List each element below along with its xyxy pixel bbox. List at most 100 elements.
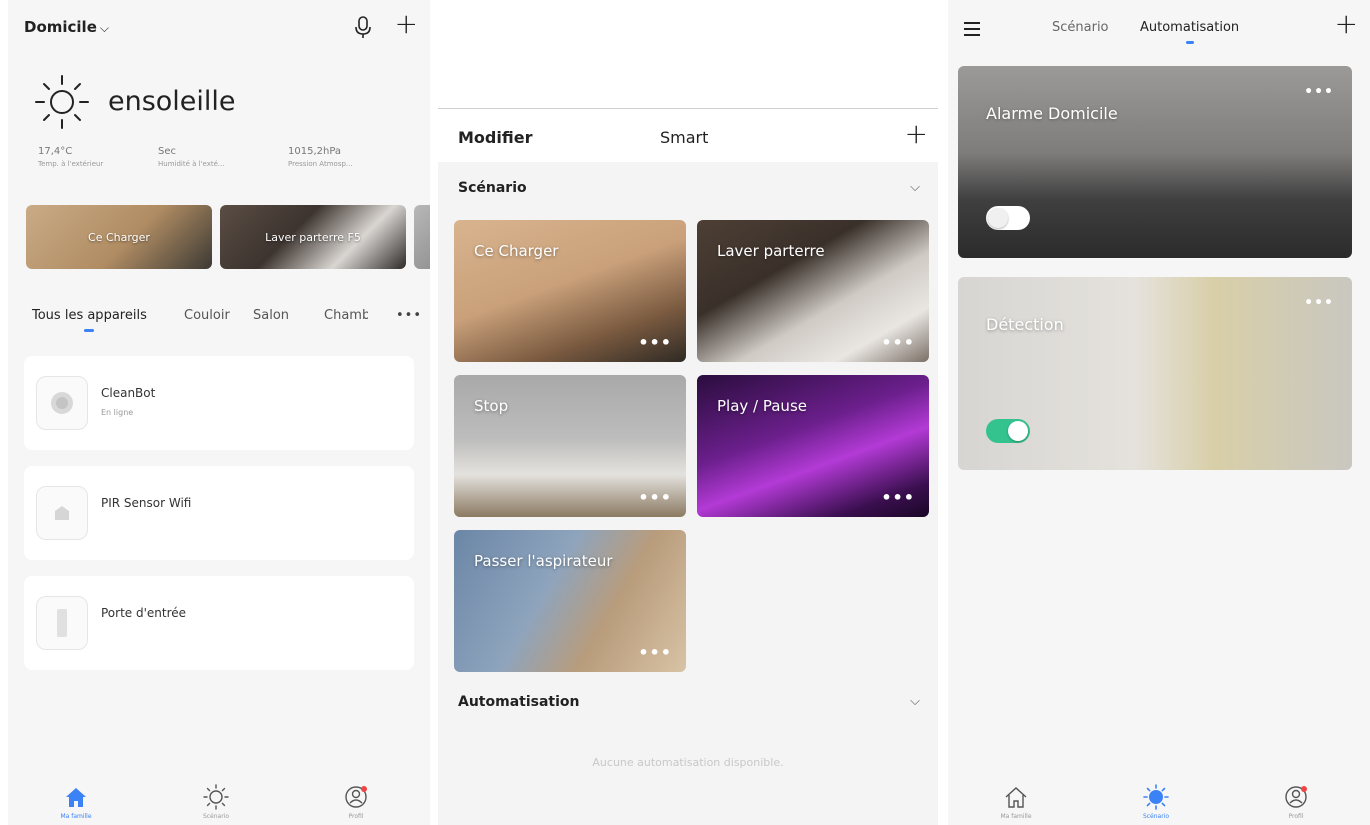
divider — [438, 108, 938, 109]
profile-icon — [1285, 786, 1307, 808]
section-title-automation: Automatisation — [458, 694, 580, 710]
tab-automation[interactable]: Automatisation — [1140, 20, 1239, 44]
scenario-sun-icon — [203, 784, 229, 810]
automation-label: Détection — [986, 315, 1064, 334]
modify-button[interactable]: Modifier — [458, 128, 532, 147]
page-title: Smart — [660, 128, 709, 147]
toggle-knob — [988, 208, 1008, 228]
nav-label: Ma famille — [60, 813, 92, 820]
stat-value: Sec — [158, 146, 176, 157]
stat-label: Temp. à l'extérieur — [38, 160, 104, 168]
stat-value: 17,4°C — [38, 146, 73, 157]
stat-value: 1015,2hPa — [288, 146, 342, 157]
tab-all-devices[interactable]: Tous les appareils — [32, 308, 147, 332]
automation-label: Alarme Domicile — [986, 104, 1118, 123]
scene-shortcuts: Ce Charger Laver parterre F5 — [26, 205, 430, 269]
stat-label: Humidité à l'exté... — [158, 160, 225, 168]
tab-couloir[interactable]: Couloir — [184, 308, 230, 323]
smart-header: Modifier Smart + — [438, 110, 938, 162]
stat-temperature: 17,4°C Temp. à l'extérieur — [38, 146, 103, 168]
home-icon — [66, 788, 86, 807]
bottom-nav: Ma famille Scénario Profil — [948, 779, 1370, 825]
home-header: Domicile ⌵ + — [8, 0, 430, 58]
stat-pressure: 1015,2hPa Pression Atmosp... — [288, 146, 353, 168]
bottom-nav: Ma famille Scénario Profil — [8, 779, 430, 825]
scene-label: Play / Pause — [717, 397, 807, 415]
scene-more-icon[interactable]: ••• — [638, 643, 672, 662]
nav-profile[interactable]: Profil — [311, 783, 401, 820]
device-name: CleanBot — [101, 386, 156, 400]
nav-label: Profil — [348, 813, 364, 820]
device-card[interactable]: CleanBot En ligne — [24, 356, 414, 450]
device-card[interactable]: PIR Sensor Wifi — [24, 466, 414, 560]
microphone-icon[interactable] — [354, 16, 372, 40]
add-scene-icon[interactable]: + — [905, 120, 928, 148]
automation-card[interactable]: Détection ••• — [958, 277, 1352, 470]
automation-card[interactable]: Alarme Domicile ••• — [958, 66, 1352, 258]
weather-title: ensoleille — [108, 86, 236, 117]
chevron-down-icon[interactable]: ⌵ — [910, 180, 920, 195]
scene-shortcut-card[interactable]: Laver parterre F5 — [220, 205, 406, 269]
nav-label: Scénario — [1142, 813, 1170, 820]
nav-home[interactable]: Ma famille — [971, 783, 1061, 820]
scene-card[interactable]: Stop ••• — [454, 375, 686, 517]
add-automation-icon[interactable]: + — [1335, 10, 1358, 38]
home-screen: Domicile ⌵ + ensoleille 17,4°C Temp. à l… — [8, 0, 430, 825]
nav-label: Profil — [1288, 813, 1304, 820]
motion-sensor-icon — [36, 486, 88, 540]
scene-shortcut-label: Laver parterre F5 — [265, 230, 361, 244]
nav-profile[interactable]: Profil — [1251, 783, 1341, 820]
scene-card[interactable]: Ce Charger ••• — [454, 220, 686, 362]
stat-label: Pression Atmosp... — [288, 160, 353, 168]
home-label: Domicile — [24, 18, 97, 36]
scene-shortcut-label: Ce Charger — [88, 230, 150, 244]
robot-vacuum-icon — [36, 376, 88, 430]
scene-more-icon[interactable]: ••• — [881, 488, 915, 507]
tab-salon[interactable]: Salon — [253, 308, 289, 323]
door-sensor-icon — [36, 596, 88, 650]
scene-label: Ce Charger — [474, 242, 559, 260]
nav-label: Ma famille — [1000, 813, 1032, 820]
scene-more-icon[interactable]: ••• — [638, 488, 672, 507]
automation-toggle[interactable] — [986, 206, 1030, 230]
automation-more-icon[interactable]: ••• — [1304, 295, 1334, 311]
more-rooms-icon[interactable]: ••• — [396, 308, 422, 323]
scenario-sun-icon — [1143, 784, 1169, 810]
add-device-icon[interactable]: + — [395, 10, 418, 38]
scene-card[interactable]: Laver parterre ••• — [697, 220, 929, 362]
stat-humidity: Sec Humidité à l'exté... — [158, 146, 225, 168]
nav-scenario[interactable]: Scénario — [171, 783, 261, 820]
device-name: Porte d'entrée — [101, 606, 187, 620]
toggle-knob — [1008, 421, 1028, 441]
scene-more-icon[interactable]: ••• — [881, 333, 915, 352]
nav-label: Scénario — [202, 813, 230, 820]
room-tabs: Tous les appareils Couloir Salon Chambre… — [32, 308, 430, 338]
tab-chambre[interactable]: Chambre — [324, 308, 368, 323]
scene-card[interactable]: Passer l'aspirateur ••• — [454, 530, 686, 672]
section-title-scenario: Scénario — [458, 180, 527, 196]
scene-more-icon[interactable]: ••• — [638, 333, 672, 352]
home-selector[interactable]: Domicile ⌵ — [24, 18, 109, 36]
sun-icon — [35, 75, 89, 129]
chevron-down-icon[interactable]: ⌵ — [910, 694, 920, 709]
scene-shortcut-card[interactable]: Ce Charger — [26, 205, 212, 269]
nav-scenario[interactable]: Scénario — [1111, 783, 1201, 820]
tab-scenario[interactable]: Scénario — [1052, 20, 1109, 35]
menu-icon[interactable] — [964, 22, 980, 36]
profile-icon — [345, 786, 367, 808]
automation-more-icon[interactable]: ••• — [1304, 84, 1334, 100]
device-card[interactable]: Porte d'entrée — [24, 576, 414, 670]
automation-toggle[interactable] — [986, 419, 1030, 443]
home-icon — [1005, 787, 1027, 808]
nav-home[interactable]: Ma famille — [31, 783, 121, 820]
automation-header: Scénario Automatisation + — [948, 0, 1370, 58]
smart-screen: Modifier Smart + Scénario ⌵ Ce Charger •… — [438, 0, 938, 825]
scene-label: Laver parterre — [717, 242, 825, 260]
scene-card[interactable]: Play / Pause ••• — [697, 375, 929, 517]
automation-screen: Scénario Automatisation + Alarme Domicil… — [948, 0, 1370, 825]
chevron-down-icon: ⌵ — [99, 21, 109, 35]
empty-automation-note: Aucune automatisation disponible. — [592, 756, 784, 769]
scene-label: Passer l'aspirateur — [474, 552, 613, 570]
scene-shortcut-card[interactable] — [414, 205, 430, 269]
device-status: En ligne — [101, 408, 134, 417]
